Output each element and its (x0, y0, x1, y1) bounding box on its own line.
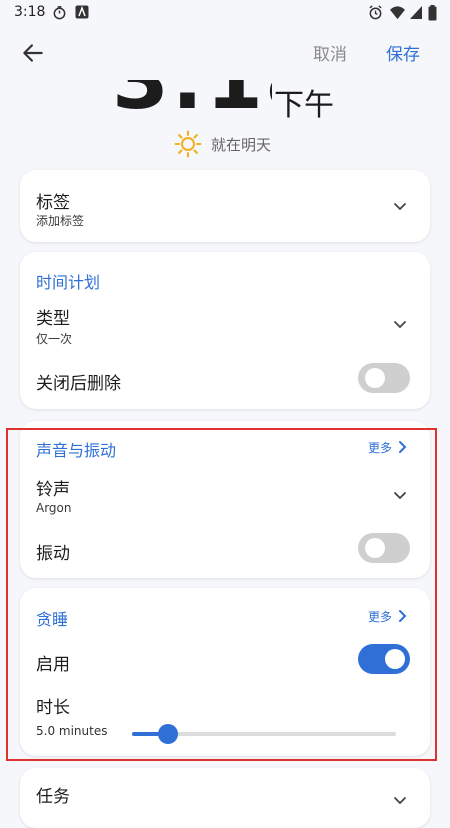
toggle-knob (365, 368, 385, 388)
timer-status-icon (53, 6, 66, 20)
app-status-icon (75, 5, 89, 19)
label-card[interactable]: 标签 添加标签 (20, 170, 430, 242)
alarm-day-text: 就在明天 (211, 136, 272, 154)
battery-icon (428, 5, 437, 21)
label-title: 标签 (36, 193, 70, 213)
task-title: 任务 (36, 787, 70, 807)
alarm-status-icon (369, 5, 382, 20)
type-row[interactable]: 类型 仅一次 (20, 298, 430, 348)
signal-icon (410, 6, 422, 19)
schedule-section-title: 时间计划 (36, 273, 101, 292)
schedule-card: 时间计划 类型 仅一次 关闭后删除 (20, 252, 430, 409)
wifi-icon (390, 6, 405, 20)
chevron-down-icon (394, 321, 406, 329)
type-value: 仅一次 (36, 332, 73, 346)
type-title: 类型 (36, 309, 70, 329)
label-subtitle: 添加标签 (36, 214, 85, 228)
alarm-time: 3:18 (112, 80, 272, 114)
delete-after-close-toggle[interactable] (358, 363, 410, 393)
cancel-button[interactable]: 取消 (313, 40, 347, 65)
sun-icon (174, 130, 202, 158)
task-card[interactable]: 任务 (20, 768, 430, 828)
back-arrow-icon[interactable] (20, 40, 46, 66)
chevron-down-icon (394, 203, 406, 211)
chevron-down-icon (394, 797, 406, 805)
status-bar: 3:18 (0, 0, 450, 26)
delete-after-close-label: 关闭后删除 (36, 374, 121, 394)
highlight-box (6, 428, 437, 761)
alarm-ampm: 下午 (274, 88, 334, 123)
save-button[interactable]: 保存 (386, 40, 420, 65)
alarm-time-display[interactable]: 3:18 (112, 80, 272, 114)
status-time: 3:18 (14, 4, 46, 20)
